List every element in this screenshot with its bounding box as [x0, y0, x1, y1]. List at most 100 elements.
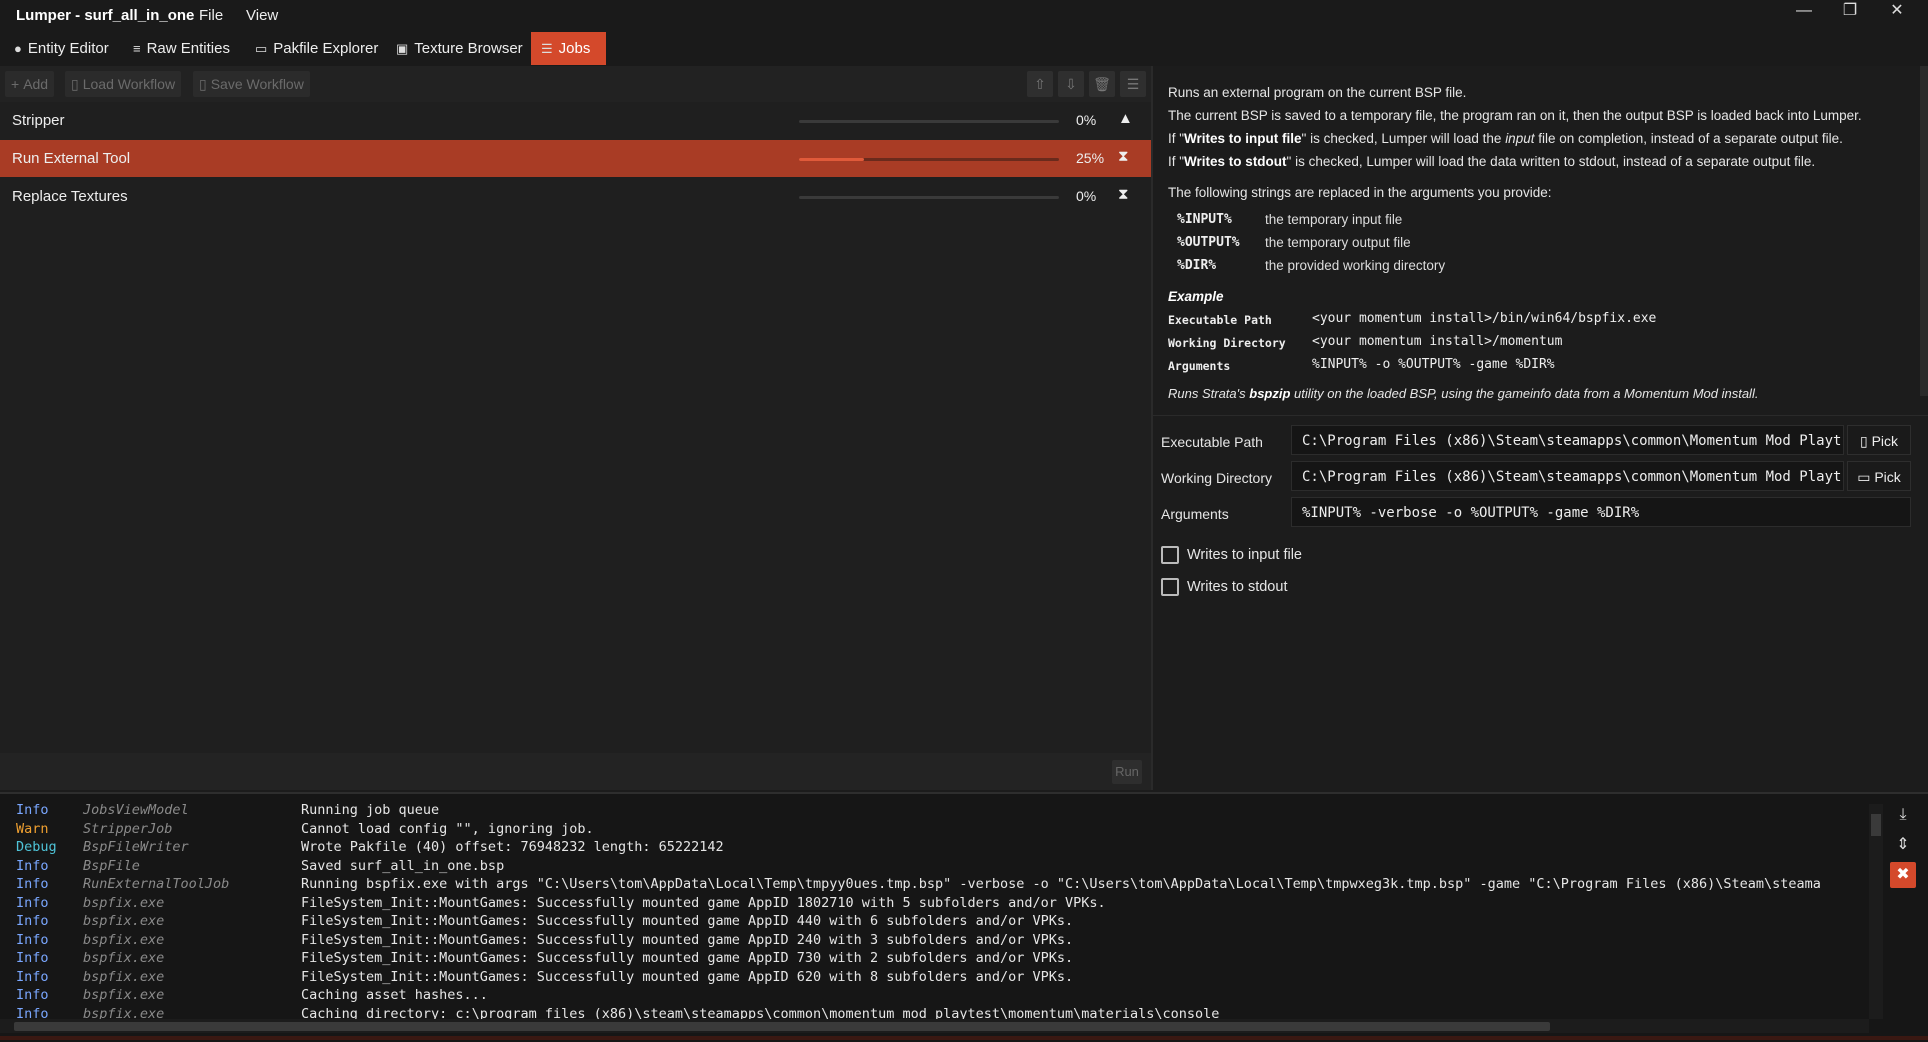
maximize-button[interactable]: ❐	[1827, 0, 1873, 24]
strings-intro: The following strings are replaced in th…	[1168, 185, 1552, 200]
warning-icon[interactable]: ▲	[1118, 110, 1133, 127]
log-level: Info	[16, 802, 49, 818]
pick-label: Pick	[1871, 433, 1899, 449]
job-details-pane: Runs an external program on the current …	[1153, 66, 1928, 790]
log-panel: Info JobsViewModel Running job queue Warn St…	[0, 792, 1928, 1042]
move-down-button[interactable]: ⇩	[1058, 71, 1084, 97]
tab-texture-browser[interactable]: ▣ Texture Browser	[386, 32, 533, 65]
log-scroll-thumb[interactable]	[1871, 814, 1881, 836]
lightbulb-icon: ●	[14, 41, 22, 56]
token-dir: %DIR%	[1177, 258, 1217, 273]
executable-path-input[interactable]: C:\Program Files (x86)\Steam\steamapps\c…	[1291, 425, 1844, 455]
load-workflow-label: Load Workflow	[82, 76, 176, 92]
working-directory-label: Working Directory	[1161, 470, 1272, 486]
delete-button[interactable]: 🗑	[1089, 71, 1115, 97]
pick-executable-button[interactable]: ▯ Pick	[1847, 425, 1911, 455]
example-key: Executable Path	[1168, 313, 1272, 327]
example-value: <your momentum install>/momentum	[1312, 334, 1563, 349]
close-button[interactable]: ✕	[1874, 0, 1920, 24]
log-message: FileSystem_Init::MountGames: Successfull…	[301, 968, 1074, 985]
jobs-toolbar: + Add ▯ Load Workflow ▯ Save Workflow ⇧ ⇩ 🗑…	[0, 66, 1151, 102]
log-source: bspfix.exe	[83, 894, 165, 911]
text-bold: bspzip	[1249, 386, 1291, 401]
run-button[interactable]: Run	[1112, 760, 1142, 784]
file-icon: ▯	[71, 76, 79, 92]
load-workflow-button[interactable]: ▯ Load Workflow	[65, 71, 182, 97]
hourglass-icon: ⧗	[1118, 186, 1129, 203]
file-icon: ▯	[1859, 433, 1872, 449]
pick-directory-button[interactable]: ▭ Pick	[1847, 461, 1911, 491]
divider	[1153, 415, 1928, 416]
log-message: Saved surf_all_in_one.bsp	[301, 857, 505, 874]
example-value: %INPUT% -o %OUTPUT% -game %DIR%	[1312, 357, 1555, 372]
job-name: Stripper	[12, 112, 65, 129]
job-name: Replace Textures	[12, 188, 128, 205]
job-progress-fill	[799, 158, 864, 161]
log-source: bspfix.exe	[83, 950, 165, 966]
text: If "	[1168, 131, 1185, 146]
log-message: FileSystem_Init::MountGames: Successfull…	[301, 913, 1074, 929]
job-progress-label: 25%	[1076, 150, 1105, 166]
menu-view[interactable]: View	[246, 7, 278, 24]
clear-log-icon[interactable]: ✖	[1890, 862, 1916, 888]
token-output: %OUTPUT%	[1177, 235, 1240, 250]
log-source: bspfix.exe	[83, 987, 165, 1003]
list-icon: ≡	[133, 41, 141, 56]
job-row-replace-textures[interactable]: Replace Textures 0% ⧗	[0, 178, 1151, 215]
menu-file[interactable]: File	[199, 7, 223, 24]
example-key: Arguments	[1168, 359, 1231, 373]
log-source: JobsViewModel	[83, 802, 189, 818]
add-button[interactable]: + Add	[5, 71, 55, 97]
arguments-input[interactable]: %INPUT% -verbose -o %OUTPUT% -game %DIR%	[1291, 497, 1911, 527]
job-row-run-external-tool[interactable]: Run External Tool 25% ⧗	[0, 140, 1151, 177]
details-scrollbar[interactable]	[1920, 66, 1928, 396]
minimize-button[interactable]: —	[1781, 0, 1827, 24]
jobs-pane: + Add ▯ Load Workflow ▯ Save Workflow ⇧ ⇩ 🗑…	[0, 66, 1153, 790]
log-level: Info	[16, 931, 49, 948]
job-progress-bar	[799, 196, 1059, 199]
folder-icon: ▭	[1857, 469, 1875, 485]
log-source: BspFile	[83, 857, 140, 874]
log-message: Caching asset hashes...	[301, 987, 488, 1003]
hourglass-icon: ⧗	[1118, 148, 1129, 165]
job-row-stripper[interactable]: Stripper 0% ▲	[0, 102, 1151, 139]
text: If "	[1168, 154, 1185, 169]
text: " is checked, Lumper will load the	[1301, 131, 1506, 146]
writes-to-input-checkbox[interactable]	[1161, 546, 1179, 564]
lock-scroll-icon[interactable]: ⇕	[1890, 832, 1916, 858]
tab-jobs[interactable]: ☰ Jobs	[531, 32, 606, 65]
save-workflow-button[interactable]: ▯ Save Workflow	[193, 71, 310, 97]
tab-label: Pakfile Explorer	[273, 40, 379, 57]
log-horizontal-thumb[interactable]	[14, 1022, 1550, 1031]
log-vertical-scrollbar[interactable]	[1869, 804, 1883, 1019]
tab-label: Raw Entities	[146, 40, 230, 57]
scroll-to-end-icon[interactable]: ⤓	[1890, 802, 1916, 828]
writes-to-stdout-checkbox[interactable]	[1161, 578, 1179, 596]
log-level: Info	[16, 913, 49, 929]
image-icon: ▣	[396, 41, 409, 56]
clear-jobs-button[interactable]: ☰	[1120, 71, 1146, 97]
tab-pakfile-explorer[interactable]: ▭ Pakfile Explorer	[245, 32, 388, 65]
description-line4: If "Writes to stdout" is checked, Lumper…	[1168, 154, 1815, 169]
log-message: Wrote Pakfile (40) offset: 76948232 leng…	[301, 839, 724, 855]
log-level: Info	[16, 950, 49, 966]
log-level: Info	[16, 876, 49, 892]
plus-icon: +	[11, 76, 20, 92]
writes-to-stdout-label: Writes to stdout	[1187, 579, 1288, 595]
save-workflow-label: Save Workflow	[210, 76, 304, 92]
token-dir-desc: the provided working directory	[1265, 258, 1446, 273]
log-message: FileSystem_Init::MountGames: Successfull…	[301, 931, 1074, 948]
log-level: Info	[16, 857, 49, 874]
move-up-button[interactable]: ⇧	[1027, 71, 1053, 97]
working-directory-input[interactable]: C:\Program Files (x86)\Steam\steamapps\c…	[1291, 461, 1844, 491]
log-level: Info	[16, 894, 49, 911]
arguments-label: Arguments	[1161, 506, 1229, 522]
add-label: Add	[23, 76, 49, 92]
log-message: FileSystem_Init::MountGames: Successfull…	[301, 950, 1074, 966]
example-note: Runs Strata's bspzip utility on the load…	[1168, 386, 1758, 401]
tab-raw-entities[interactable]: ≡ Raw Entities	[123, 32, 240, 65]
token-input-desc: the temporary input file	[1265, 212, 1403, 227]
description-intro: Runs an external program on the current …	[1168, 85, 1467, 100]
tab-entity-editor[interactable]: ● Entity Editor	[4, 32, 119, 65]
writes-to-input-label: Writes to input file	[1187, 547, 1302, 563]
